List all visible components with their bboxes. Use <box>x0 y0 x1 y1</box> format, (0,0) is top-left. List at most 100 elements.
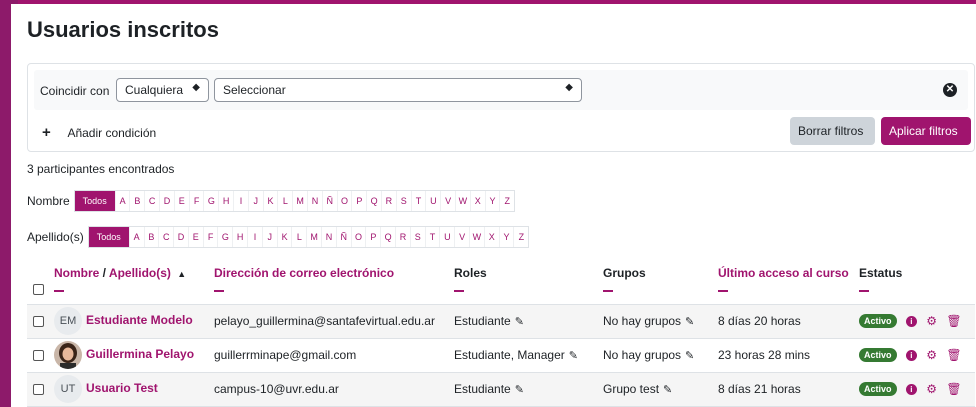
sort-lastname-link[interactable]: Apellido(s) <box>109 266 171 280</box>
last-name-letter[interactable]: K <box>276 227 292 247</box>
first-name-letter[interactable]: S <box>395 191 411 211</box>
edit-roles-icon[interactable]: ✎ <box>515 384 524 396</box>
first-name-letter[interactable]: Z <box>499 191 514 211</box>
user-roles: Estudiante <box>454 382 511 396</box>
first-name-letter[interactable]: J <box>247 191 263 211</box>
last-name-letter[interactable]: H <box>232 227 247 247</box>
gear-icon[interactable]: ⚙ <box>926 382 937 396</box>
last-name-letter[interactable]: Q <box>380 227 395 247</box>
last-name-letter[interactable]: T <box>424 227 440 247</box>
first-name-letter[interactable]: Y <box>484 191 500 211</box>
hide-column-icon[interactable] <box>603 290 613 292</box>
last-name-filter: Apellido(s) Todos ABCDEFGHIJKLMNÑOPQRSTU… <box>27 226 530 248</box>
row-checkbox[interactable] <box>33 350 44 362</box>
gear-icon[interactable]: ⚙ <box>926 314 937 328</box>
first-name-letter[interactable]: O <box>336 191 352 211</box>
edit-roles-icon[interactable]: ✎ <box>569 350 578 362</box>
row-checkbox[interactable] <box>33 316 44 328</box>
first-name-letter[interactable]: G <box>203 191 218 211</box>
user-name-link[interactable]: Estudiante Modelo <box>86 313 193 327</box>
last-name-letter[interactable]: U <box>439 227 454 247</box>
last-name-all-button[interactable]: Todos <box>88 227 129 247</box>
first-name-letter[interactable]: A <box>114 191 130 211</box>
first-name-letter[interactable]: D <box>159 191 174 211</box>
first-name-letter[interactable]: E <box>173 191 189 211</box>
last-name-letter[interactable]: M <box>306 227 321 247</box>
info-icon[interactable]: i <box>905 315 917 327</box>
last-name-letter[interactable]: F <box>202 227 218 247</box>
first-name-letter[interactable]: X <box>469 191 485 211</box>
info-icon[interactable]: i <box>905 349 917 361</box>
first-name-letter[interactable]: R <box>381 191 396 211</box>
trash-icon[interactable]: 🗑 <box>946 314 961 328</box>
last-name-letter[interactable]: A <box>128 227 144 247</box>
edit-groups-icon[interactable]: ✎ <box>663 384 672 396</box>
last-name-letter[interactable]: X <box>483 227 499 247</box>
last-name-letter[interactable]: D <box>173 227 188 247</box>
match-select[interactable]: Cualquiera ◆ <box>116 78 209 102</box>
remove-filter-icon[interactable]: ✕ <box>943 83 957 97</box>
hide-column-icon[interactable] <box>718 290 728 292</box>
row-checkbox[interactable] <box>33 384 44 396</box>
first-name-letter[interactable]: F <box>188 191 204 211</box>
sort-name-link[interactable]: Nombre <box>54 266 99 280</box>
first-name-letter[interactable]: K <box>262 191 278 211</box>
user-email: guillerrminape@gmail.com <box>214 348 357 362</box>
first-name-letter[interactable]: W <box>455 191 470 211</box>
first-name-letter[interactable]: V <box>440 191 455 211</box>
first-name-letter[interactable]: L <box>277 191 292 211</box>
last-name-letter[interactable]: I <box>247 227 262 247</box>
last-name-letter[interactable]: J <box>261 227 277 247</box>
edit-roles-icon[interactable]: ✎ <box>515 316 524 328</box>
last-name-letter[interactable]: O <box>350 227 366 247</box>
last-name-letter[interactable]: B <box>143 227 159 247</box>
info-icon[interactable]: i <box>905 383 917 395</box>
add-condition-button[interactable]: + Añadir condición <box>42 124 156 141</box>
user-name-link[interactable]: Usuario Test <box>86 381 158 395</box>
first-name-letter[interactable]: U <box>425 191 440 211</box>
trash-icon[interactable]: 🗑 <box>946 382 961 396</box>
clear-filters-button[interactable]: Borrar filtros <box>790 117 875 145</box>
gear-icon[interactable]: ⚙ <box>926 348 937 362</box>
select-all-checkbox[interactable] <box>33 284 44 296</box>
first-name-letter[interactable]: N <box>307 191 322 211</box>
sort-last-access-link[interactable]: Último acceso al curso <box>718 266 849 280</box>
user-name-link[interactable]: Guillermina Pelayo <box>86 347 194 361</box>
avatar <box>54 341 82 369</box>
hide-column-icon[interactable] <box>454 290 464 292</box>
edit-groups-icon[interactable]: ✎ <box>685 350 694 362</box>
last-name-letter[interactable]: Ñ <box>335 227 351 247</box>
last-name-letter[interactable]: G <box>217 227 232 247</box>
first-name-letter[interactable]: H <box>218 191 233 211</box>
edit-groups-icon[interactable]: ✎ <box>685 316 694 328</box>
trash-icon[interactable]: 🗑 <box>946 348 961 362</box>
last-name-letter[interactable]: Y <box>498 227 514 247</box>
first-name-letter[interactable]: C <box>144 191 159 211</box>
last-name-letter[interactable]: W <box>469 227 484 247</box>
first-name-letter[interactable]: P <box>351 191 366 211</box>
avatar: UT <box>54 375 82 403</box>
last-name-letter[interactable]: R <box>395 227 410 247</box>
first-name-letter[interactable]: T <box>410 191 426 211</box>
last-name-letter[interactable]: L <box>291 227 306 247</box>
sort-email-link[interactable]: Dirección de correo electrónico <box>214 266 394 280</box>
last-name-letter[interactable]: V <box>454 227 469 247</box>
hide-column-icon[interactable] <box>214 290 224 292</box>
filter-type-select[interactable]: Seleccionar ◆ <box>214 78 582 102</box>
apply-filters-button[interactable]: Aplicar filtros <box>881 117 971 145</box>
last-name-letter[interactable]: E <box>187 227 203 247</box>
hide-column-icon[interactable] <box>54 290 64 292</box>
last-name-letter[interactable]: P <box>365 227 380 247</box>
last-name-letter[interactable]: Z <box>513 227 528 247</box>
last-name-letter[interactable]: S <box>409 227 425 247</box>
last-name-letter[interactable]: C <box>158 227 173 247</box>
first-name-letter[interactable]: Q <box>366 191 381 211</box>
last-name-letter[interactable]: N <box>321 227 336 247</box>
first-name-letter[interactable]: B <box>129 191 144 211</box>
first-name-all-button[interactable]: Todos <box>74 191 115 211</box>
first-name-letter[interactable]: Ñ <box>321 191 337 211</box>
filter-panel: Coincidir con Cualquiera ◆ Seleccionar ◆… <box>27 63 975 152</box>
hide-column-icon[interactable] <box>859 290 869 292</box>
first-name-letter[interactable]: I <box>233 191 248 211</box>
first-name-letter[interactable]: M <box>292 191 307 211</box>
